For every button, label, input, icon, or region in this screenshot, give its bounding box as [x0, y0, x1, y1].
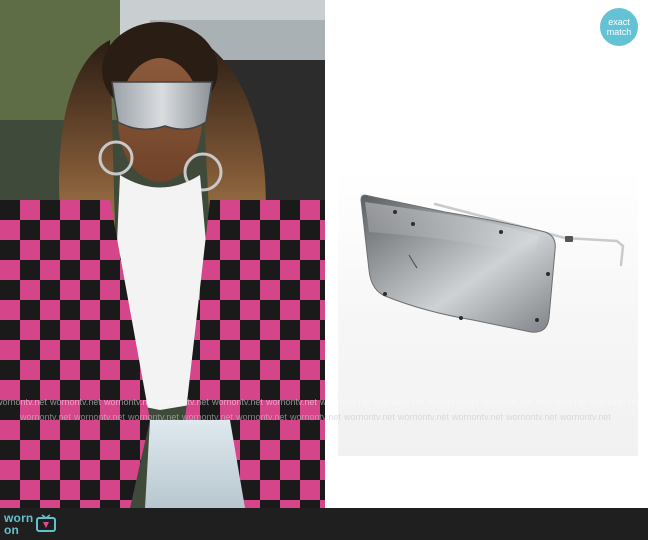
- watermark-text: wornontv.net: [212, 397, 263, 407]
- watermark-row: wornontv.net wornontv.net wornontv.net w…: [0, 412, 648, 426]
- watermark-text: wornontv.net: [266, 397, 317, 407]
- watermark-text: wornontv.net: [50, 397, 101, 407]
- watermark-text: wornontv.net: [0, 397, 47, 407]
- watermark-text: wornontv.net: [20, 412, 71, 422]
- watermark-text: wornontv.net: [560, 412, 611, 422]
- celebrity-photo: [0, 0, 325, 508]
- watermark-text: wornontv.net: [236, 412, 287, 422]
- watermark-text: wornontv.net: [158, 397, 209, 407]
- watermark-text: wornontv.net: [128, 412, 179, 422]
- logo-text-on: on: [4, 523, 20, 537]
- watermark-text: wornontv.net: [374, 397, 425, 407]
- exact-match-badge: exact match: [600, 8, 638, 46]
- product-panel: exact match: [325, 0, 648, 508]
- watermark-text: wornontv.net: [506, 412, 557, 422]
- watermark-text: wornontv.net: [290, 412, 341, 422]
- watermark-text: wornontv.net: [104, 397, 155, 407]
- footer-bar: worn on: [0, 508, 648, 540]
- wornontv-logo[interactable]: worn on: [4, 512, 57, 536]
- celebrity-photo-illustration: [0, 0, 325, 508]
- watermark-text: wornontv.net: [320, 397, 371, 407]
- watermark-text: wornontv.net: [428, 397, 479, 407]
- watermark-text: wornontv.net: [482, 397, 533, 407]
- badge-line-1: exact: [608, 17, 630, 27]
- watermark-text: wornontv.net: [398, 412, 449, 422]
- watermark-text: wornontv.net: [74, 412, 125, 422]
- watermark-text: wornontv.net: [182, 412, 233, 422]
- logo-text-block: worn on: [4, 512, 33, 536]
- watermark-text: wornontv.net: [590, 397, 641, 407]
- watermark-row: wornontv.net wornontv.net wornontv.net w…: [0, 397, 648, 411]
- sunglasses-product-image[interactable]: [325, 0, 648, 508]
- badge-line-2: match: [606, 27, 632, 37]
- watermark-text: wornontv.net: [452, 412, 503, 422]
- tv-icon: [36, 514, 57, 532]
- watermark-text: wornontv.net: [536, 397, 587, 407]
- watermark-text: wornontv.net: [344, 412, 395, 422]
